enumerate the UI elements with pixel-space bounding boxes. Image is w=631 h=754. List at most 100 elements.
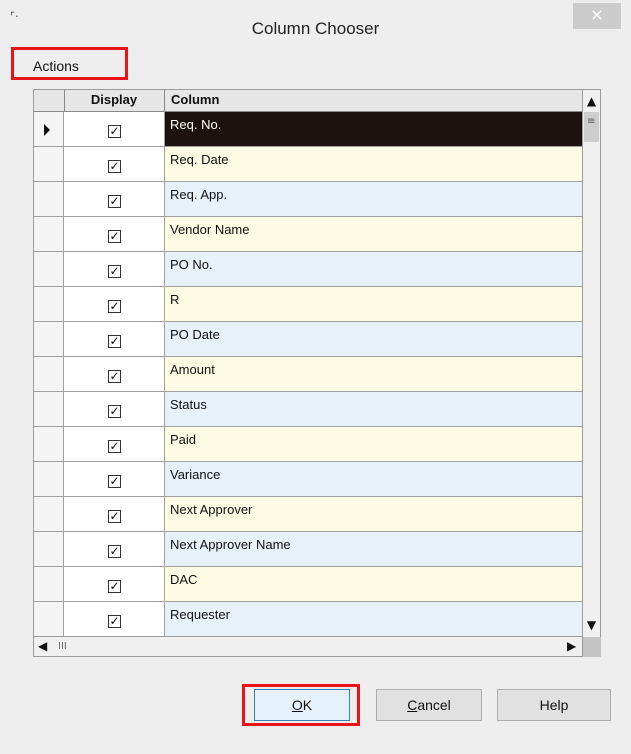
column-name-cell[interactable]: Next Approver Name: [165, 532, 582, 566]
display-checkbox[interactable]: ✓: [108, 160, 121, 173]
table-row[interactable]: ✓ Requester: [34, 602, 582, 636]
row-selector[interactable]: [34, 602, 64, 636]
close-button[interactable]: ×: [573, 3, 621, 29]
column-name-header[interactable]: Column: [165, 90, 582, 111]
column-name-cell[interactable]: PO Date: [165, 322, 582, 356]
menu-bar: Actions: [10, 47, 628, 83]
scroll-left-icon[interactable]: ◀: [38, 638, 52, 655]
row-selector[interactable]: [34, 287, 64, 321]
row-selector[interactable]: [34, 392, 64, 426]
column-name-cell[interactable]: Paid: [165, 427, 582, 461]
row-selector[interactable]: [34, 147, 64, 181]
display-checkbox[interactable]: ✓: [108, 545, 121, 558]
scrollbar-corner: [583, 637, 601, 657]
column-name-cell[interactable]: Variance: [165, 462, 582, 496]
vertical-scroll-thumb[interactable]: ≡: [584, 112, 599, 142]
table-row[interactable]: ✓ PO No.: [34, 252, 582, 287]
display-checkbox[interactable]: ✓: [108, 405, 121, 418]
table-row[interactable]: ✓ Next Approver: [34, 497, 582, 532]
table-row[interactable]: ✓ Paid: [34, 427, 582, 462]
display-cell: ✓: [64, 427, 165, 461]
table-row[interactable]: ✓ Req. No.: [34, 112, 582, 147]
horizontal-scroll-thumb[interactable]: III: [54, 640, 104, 653]
cancel-mnemonic: C: [407, 697, 418, 713]
column-name-cell[interactable]: Req. Date: [165, 147, 582, 181]
row-selector[interactable]: [34, 252, 64, 286]
column-name-cell[interactable]: Requester: [165, 602, 582, 636]
scroll-up-icon[interactable]: ▲: [583, 92, 600, 110]
table-row[interactable]: ✓ R: [34, 287, 582, 322]
table-row[interactable]: ✓ Variance: [34, 462, 582, 497]
display-checkbox[interactable]: ✓: [108, 510, 121, 523]
table-row[interactable]: ✓ PO Date: [34, 322, 582, 357]
row-selector[interactable]: [34, 357, 64, 391]
table-row[interactable]: ✓ Amount: [34, 357, 582, 392]
row-selector[interactable]: [34, 497, 64, 531]
ok-mnemonic: O: [291, 697, 303, 713]
display-cell: ✓: [64, 322, 165, 356]
display-cell: ✓: [64, 112, 165, 146]
row-selector[interactable]: [34, 462, 64, 496]
column-name-cell[interactable]: R: [165, 287, 582, 321]
help-button[interactable]: Help: [497, 689, 611, 721]
column-name-cell[interactable]: Amount: [165, 357, 582, 391]
scroll-down-icon[interactable]: ▼: [583, 616, 600, 634]
column-name-cell[interactable]: PO No.: [165, 252, 582, 286]
column-name-cell[interactable]: Req. App.: [165, 182, 582, 216]
display-cell: ✓: [64, 392, 165, 426]
table-row[interactable]: ✓ Status: [34, 392, 582, 427]
display-checkbox[interactable]: ✓: [108, 370, 121, 383]
column-name-cell[interactable]: Vendor Name: [165, 217, 582, 251]
display-cell: ✓: [64, 532, 165, 566]
row-selector[interactable]: [34, 322, 64, 356]
column-name-cell[interactable]: Req. No.: [165, 112, 582, 146]
display-cell: ✓: [64, 217, 165, 251]
table-row[interactable]: ✓ DAC: [34, 567, 582, 602]
scroll-right-icon[interactable]: ▶: [567, 638, 581, 655]
display-cell: ✓: [64, 602, 165, 636]
display-checkbox[interactable]: ✓: [108, 475, 121, 488]
row-selector[interactable]: [34, 217, 64, 251]
row-selector[interactable]: [34, 112, 64, 146]
display-cell: ✓: [64, 182, 165, 216]
display-checkbox[interactable]: ✓: [108, 335, 121, 348]
display-checkbox[interactable]: ✓: [108, 195, 121, 208]
menu-actions[interactable]: Actions: [11, 47, 128, 80]
row-selector[interactable]: [34, 427, 64, 461]
display-checkbox[interactable]: ✓: [108, 125, 121, 138]
vertical-scrollbar[interactable]: ▲ ≡ ▼: [583, 89, 601, 637]
display-cell: ✓: [64, 462, 165, 496]
table-row[interactable]: ✓ Req. Date: [34, 147, 582, 182]
display-checkbox[interactable]: ✓: [108, 300, 121, 313]
horizontal-scrollbar[interactable]: ◀ III ▶: [33, 637, 583, 657]
display-cell: ✓: [64, 357, 165, 391]
cancel-label-rest: ancel: [417, 697, 451, 713]
display-checkbox[interactable]: ✓: [108, 615, 121, 628]
cancel-button[interactable]: Cancel: [376, 689, 482, 721]
display-cell: ✓: [64, 147, 165, 181]
display-checkbox[interactable]: ✓: [108, 580, 121, 593]
column-name-cell[interactable]: Status: [165, 392, 582, 426]
table-row[interactable]: ✓ Next Approver Name: [34, 532, 582, 567]
display-cell: ✓: [64, 567, 165, 601]
table-row[interactable]: ✓ Vendor Name: [34, 217, 582, 252]
display-checkbox[interactable]: ✓: [108, 230, 121, 243]
ok-button[interactable]: OK: [254, 689, 350, 721]
table-row[interactable]: ✓ Req. App.: [34, 182, 582, 217]
row-selector[interactable]: [34, 567, 64, 601]
column-name-cell[interactable]: DAC: [165, 567, 582, 601]
display-checkbox[interactable]: ✓: [108, 440, 121, 453]
row-selector[interactable]: [34, 532, 64, 566]
display-cell: ✓: [64, 252, 165, 286]
ok-label-rest: K: [302, 697, 313, 713]
grid-rows: ✓ Req. No. ✓ Req. Date ✓ Req. App. ✓ Vendor Nam…: [34, 112, 582, 636]
title-bar: ⌜· Column Chooser ×: [0, 0, 631, 44]
column-name-cell[interactable]: Next Approver: [165, 497, 582, 531]
display-cell: ✓: [64, 287, 165, 321]
display-checkbox[interactable]: ✓: [108, 265, 121, 278]
grip-icon: ≡: [587, 116, 596, 127]
row-selector[interactable]: [34, 182, 64, 216]
display-cell: ✓: [64, 497, 165, 531]
current-row-arrow-icon: [44, 124, 50, 136]
display-column-header[interactable]: Display: [64, 90, 165, 111]
